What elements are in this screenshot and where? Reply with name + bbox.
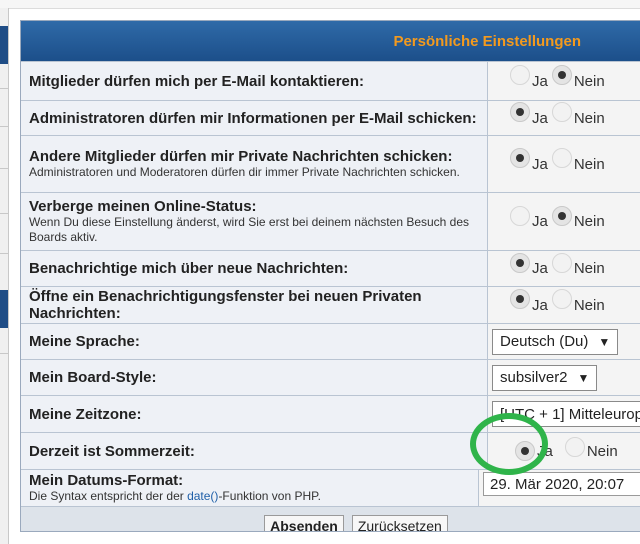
setting-description: Administratoren und Moderatoren dürfen d… <box>29 165 460 179</box>
radio-no[interactable]: Nein <box>551 205 605 232</box>
radio-circle[interactable] <box>551 205 572 226</box>
setting-row-date-format: Mein Datums-Format: Die Syntax entsprich… <box>21 469 640 506</box>
setting-row-email-contact: Mitglieder dürfen mich per E-Mail kontak… <box>21 61 640 100</box>
setting-row-board-style: Mein Board-Style: subsilver2 ▼ <box>21 359 640 395</box>
date-function-link[interactable]: date() <box>187 489 218 503</box>
setting-label: Öffne ein Benachrichtigungsfenster bei n… <box>29 288 422 322</box>
radio-yes[interactable]: Ja <box>510 148 548 174</box>
sidebar-divider <box>0 168 8 169</box>
sidebar-header-edge <box>0 26 8 64</box>
radio-circle[interactable] <box>551 102 572 122</box>
radio-yes[interactable]: Ja <box>510 289 548 315</box>
date-format-input[interactable]: 29. Mär 2020, 20:07 <box>483 472 640 496</box>
setting-label: Mein Datums-Format: <box>29 472 184 489</box>
setting-row-notify-messages: Benachrichtige mich über neue Nachrichte… <box>21 250 640 286</box>
radio-circle[interactable] <box>510 148 530 168</box>
radio-circle[interactable] <box>551 289 572 309</box>
left-sidebar-edge <box>0 8 9 544</box>
setting-label: Meine Zeitzone: <box>29 405 142 423</box>
setting-label: Verberge meinen Online-Status: <box>29 198 257 215</box>
sidebar-divider <box>0 253 8 254</box>
setting-label: Mein Board-Style: <box>29 369 157 386</box>
language-select[interactable]: Deutsch (Du) ▼ <box>492 328 619 355</box>
reset-button[interactable]: Zurücksetzen <box>351 515 448 531</box>
radio-no[interactable]: Nein <box>551 65 605 91</box>
setting-label: Derzeit ist Sommerzeit: <box>29 442 195 460</box>
setting-label: Meine Sprache: <box>29 333 140 350</box>
radio-no[interactable]: Nein <box>551 148 605 174</box>
radio-circle[interactable] <box>551 65 572 85</box>
radio-circle[interactable] <box>510 205 530 226</box>
radio-no[interactable]: Nein <box>551 289 605 315</box>
radio-no[interactable]: Nein <box>551 252 605 279</box>
radio-circle[interactable] <box>510 65 530 85</box>
setting-label: Benachrichtige mich über neue Nachrichte… <box>29 260 349 277</box>
radio-circle[interactable] <box>564 437 585 457</box>
setting-row-popup-window: Öffne ein Benachrichtigungsfenster bei n… <box>21 286 640 323</box>
setting-row-timezone: Meine Zeitzone: [UTC + 1] Mitteleuropäi <box>21 395 640 432</box>
sidebar-divider <box>0 126 8 127</box>
triangle-down-icon: ▼ <box>598 334 611 349</box>
radio-circle[interactable] <box>551 148 572 168</box>
panel-title: Persönliche Einstellungen <box>393 32 581 50</box>
settings-panel: Persönliche Einstellungen Mitglieder dür… <box>20 20 640 532</box>
setting-row-admin-email: Administratoren dürfen mir Informationen… <box>21 100 640 135</box>
radio-yes[interactable]: Ja <box>510 102 548 128</box>
sidebar-divider <box>0 213 8 214</box>
setting-row-language: Meine Sprache: Deutsch (Du) ▼ <box>21 323 640 359</box>
highlight-circle-annotation <box>470 413 548 475</box>
sidebar-divider <box>0 353 8 354</box>
radio-no[interactable]: Nein <box>551 102 605 128</box>
board-style-select[interactable]: subsilver2 ▼ <box>492 364 598 391</box>
setting-description: Die Syntax entspricht der der date()-Fun… <box>29 489 321 503</box>
panel-header: Persönliche Einstellungen <box>21 21 640 61</box>
top-bar <box>0 0 640 9</box>
setting-label: Andere Mitglieder dürfen mir Private Nac… <box>29 148 453 165</box>
setting-row-online-status: Verberge meinen Online-Status: Wenn Du d… <box>21 192 640 250</box>
radio-yes[interactable]: Ja <box>510 252 548 279</box>
setting-label: Administratoren dürfen mir Informationen… <box>29 109 477 127</box>
triangle-down-icon: ▼ <box>577 370 590 385</box>
radio-circle[interactable] <box>510 252 530 273</box>
radio-no[interactable]: Nein <box>564 437 618 461</box>
form-buttons: Absenden Zurücksetzen <box>21 506 640 531</box>
radio-circle[interactable] <box>510 102 530 122</box>
radio-yes[interactable]: Ja <box>510 65 548 91</box>
sidebar-divider <box>0 88 8 89</box>
radio-yes[interactable]: Ja <box>510 205 548 232</box>
setting-description: Wenn Du diese Einstellung änderst, wird … <box>29 215 470 244</box>
sidebar-header-edge <box>0 290 8 328</box>
radio-circle[interactable] <box>510 289 530 309</box>
setting-row-private-messages: Andere Mitglieder dürfen mir Private Nac… <box>21 135 640 192</box>
radio-circle[interactable] <box>551 252 572 273</box>
submit-button[interactable]: Absenden <box>264 515 344 531</box>
setting-label: Mitglieder dürfen mich per E-Mail kontak… <box>29 72 365 90</box>
